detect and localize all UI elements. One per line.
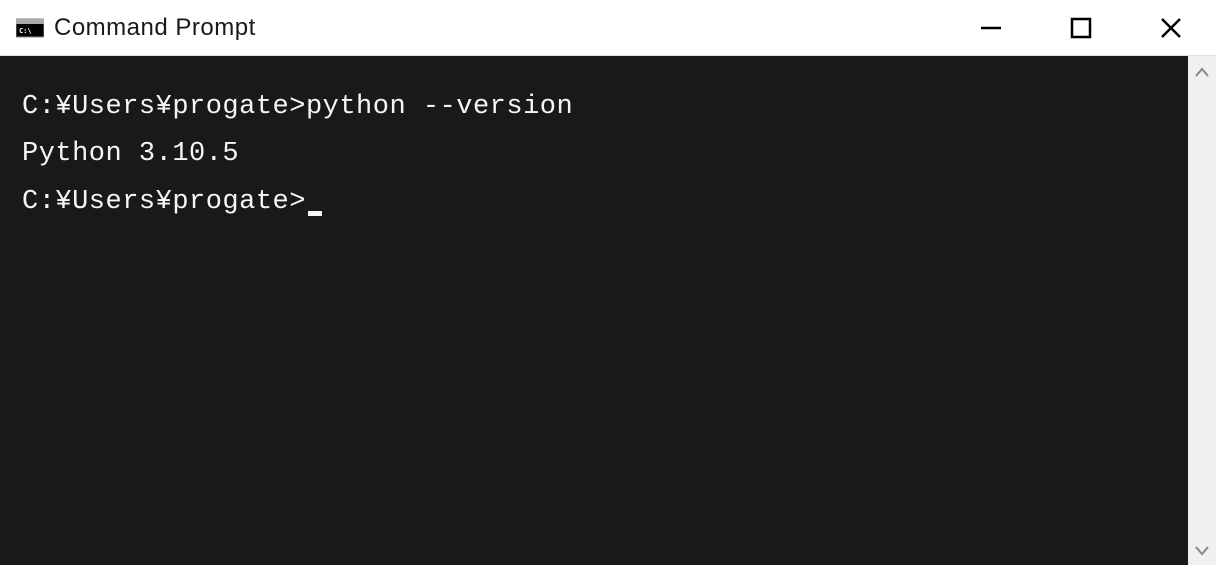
close-icon <box>1158 15 1184 41</box>
output-text: Python 3.10.5 <box>22 139 239 169</box>
command-text: python --version <box>306 92 573 122</box>
terminal-container: C:¥Users¥progate>python --version Python… <box>0 56 1216 565</box>
minimize-icon <box>978 15 1004 41</box>
scroll-up-icon[interactable] <box>1195 62 1209 80</box>
prompt-text: C:¥Users¥progate> <box>22 179 306 226</box>
scrollbar[interactable] <box>1188 56 1216 565</box>
terminal-content[interactable]: C:¥Users¥progate>python --version Python… <box>0 56 1188 565</box>
cursor <box>308 211 322 216</box>
app-icon: C:\ <box>16 16 44 40</box>
maximize-button[interactable] <box>1036 0 1126 55</box>
prompt-text: C:¥Users¥progate> <box>22 92 306 122</box>
terminal-line-output: Python 3.10.5 <box>22 131 1166 178</box>
maximize-icon <box>1069 16 1093 40</box>
close-button[interactable] <box>1126 0 1216 55</box>
window-controls <box>946 0 1216 55</box>
scroll-down-icon[interactable] <box>1195 541 1209 559</box>
svg-text:C:\: C:\ <box>19 27 32 35</box>
terminal-line-prompt: C:¥Users¥progate> <box>22 179 1166 226</box>
window-title: Command Prompt <box>54 14 256 42</box>
title-bar: C:\ Command Prompt <box>0 0 1216 56</box>
minimize-button[interactable] <box>946 0 1036 55</box>
terminal-line-command: C:¥Users¥progate>python --version <box>22 84 1166 131</box>
title-bar-left: C:\ Command Prompt <box>0 14 946 42</box>
